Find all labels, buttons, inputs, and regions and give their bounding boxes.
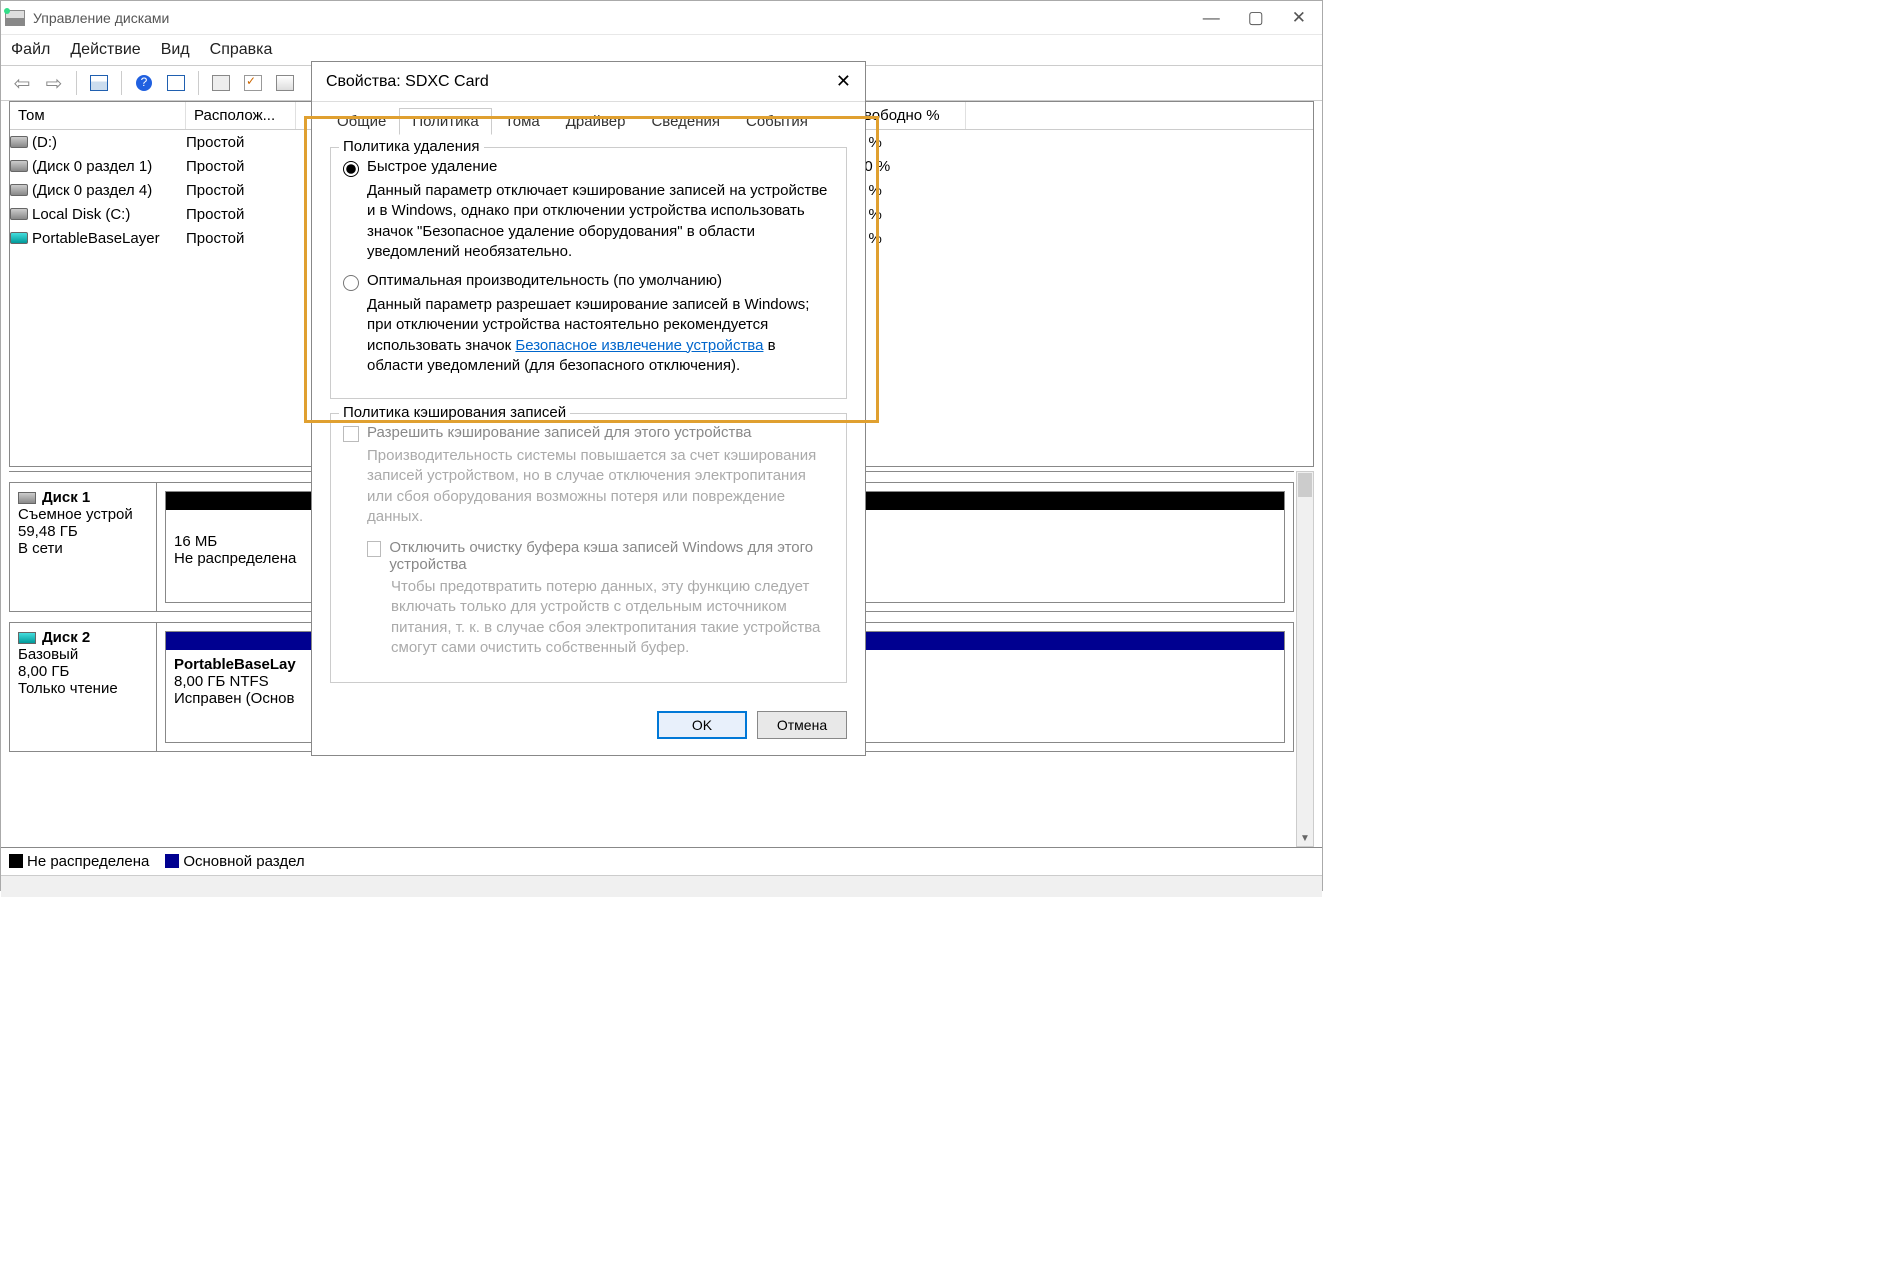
col-header-tom[interactable]: Том — [10, 102, 186, 129]
disk-icon — [18, 492, 36, 504]
app-icon — [5, 10, 25, 26]
tab-general[interactable]: Общие — [324, 108, 399, 135]
menu-action[interactable]: Действие — [70, 41, 140, 59]
properties-dialog: Свойства: SDXC Card ✕ Общие Политика Том… — [311, 61, 866, 756]
disable-buffer-flush-checkbox — [367, 541, 381, 557]
volume-name: (D:) — [32, 134, 57, 151]
col-header-free[interactable]: вободно % — [856, 102, 966, 129]
dialog-title: Свойства: SDXC Card — [326, 73, 489, 91]
disk-icon — [10, 232, 28, 244]
safe-removal-link[interactable]: Безопасное извлечение устройства — [515, 337, 763, 354]
tool-button-a[interactable] — [208, 70, 234, 96]
tool-button-c[interactable] — [272, 70, 298, 96]
removal-policy-legend: Политика удаления — [339, 138, 484, 155]
volume-layout: Простой — [186, 134, 296, 151]
better-performance-label: Оптимальная производительность (по умолч… — [367, 272, 722, 289]
better-performance-radio[interactable] — [343, 275, 359, 291]
quick-removal-desc: Данный параметр отключает кэширование за… — [367, 181, 834, 262]
menu-file[interactable]: Файл — [11, 41, 50, 59]
nav-forward-button[interactable]: ⇨ — [41, 70, 67, 96]
tab-policy[interactable]: Политика — [399, 108, 491, 135]
statusbar — [1, 875, 1322, 897]
volume-name: (Диск 0 раздел 4) — [32, 182, 152, 199]
write-cache-policy-group: Политика кэширования записей Разрешить к… — [330, 413, 847, 683]
better-performance-desc: Данный параметр разрешает кэширование за… — [367, 295, 834, 376]
volume-free-pct: 6 % — [856, 182, 966, 199]
legend: Не распределена Основной раздел — [1, 847, 1322, 875]
disable-buffer-flush-label: Отключить очистку буфера кэша записей Wi… — [389, 539, 834, 573]
tab-events[interactable]: События — [733, 108, 821, 135]
ok-button[interactable]: OK — [657, 711, 747, 739]
refresh-button[interactable] — [163, 70, 189, 96]
maximize-button[interactable]: ▢ — [1248, 8, 1264, 28]
disk-icon — [18, 632, 36, 644]
scrollbar-thumb[interactable] — [1298, 473, 1312, 497]
dialog-close-button[interactable]: ✕ — [836, 71, 851, 92]
disk-1-info[interactable]: Диск 1 Съемное устрой 59,48 ГБ В сети — [9, 482, 157, 612]
close-button[interactable]: ✕ — [1292, 8, 1306, 28]
disk-icon — [10, 208, 28, 220]
disk-icon — [10, 136, 28, 148]
tab-volumes[interactable]: Тома — [492, 108, 553, 135]
volume-name: Local Disk (C:) — [32, 206, 130, 223]
legend-primary: Основной раздел — [165, 853, 304, 870]
volume-free-pct: 5 % — [856, 230, 966, 247]
enable-write-cache-checkbox — [343, 426, 359, 442]
tab-details[interactable]: Сведения — [638, 108, 733, 135]
tab-driver[interactable]: Драйвер — [553, 108, 639, 135]
volume-layout: Простой — [186, 158, 296, 175]
disable-buffer-flush-desc: Чтобы предотвратить потерю данных, эту ф… — [391, 577, 834, 658]
quick-removal-label: Быстрое удаление — [367, 158, 497, 175]
dialog-tabs: Общие Политика Тома Драйвер Сведения Соб… — [312, 102, 865, 135]
properties-button[interactable] — [86, 70, 112, 96]
volume-name: (Диск 0 раздел 1) — [32, 158, 152, 175]
enable-write-cache-label: Разрешить кэширование записей для этого … — [367, 424, 752, 441]
disk-icon — [10, 160, 28, 172]
help-button[interactable]: ? — [131, 70, 157, 96]
volume-layout: Простой — [186, 230, 296, 247]
volume-free-pct: 00 % — [856, 158, 966, 175]
legend-unallocated: Не распределена — [9, 853, 149, 870]
nav-back-button[interactable]: ⇦ — [9, 70, 35, 96]
scroll-down-icon: ▼ — [1300, 833, 1310, 844]
menu-view[interactable]: Вид — [161, 41, 190, 59]
vertical-scrollbar[interactable]: ▲ ▼ — [1296, 471, 1314, 847]
disk-icon — [10, 184, 28, 196]
volume-name: PortableBaseLayer — [32, 230, 160, 247]
volume-layout: Простой — [186, 182, 296, 199]
quick-removal-radio[interactable] — [343, 161, 359, 177]
menu-help[interactable]: Справка — [210, 41, 273, 59]
removal-policy-group: Политика удаления Быстрое удаление Данны… — [330, 147, 847, 399]
volume-free-pct: 6 % — [856, 134, 966, 151]
volume-layout: Простой — [186, 206, 296, 223]
tool-button-b[interactable] — [240, 70, 266, 96]
write-cache-policy-legend: Политика кэширования записей — [339, 404, 570, 421]
cancel-button[interactable]: Отмена — [757, 711, 847, 739]
minimize-button[interactable]: — — [1203, 8, 1220, 28]
col-header-rasp[interactable]: Располож... — [186, 102, 296, 129]
enable-write-cache-desc: Производительность системы повышается за… — [367, 446, 834, 527]
window-title: Управление дисками — [33, 10, 169, 26]
disk-2-info[interactable]: Диск 2 Базовый 8,00 ГБ Только чтение — [9, 622, 157, 752]
volume-free-pct: 8 % — [856, 206, 966, 223]
titlebar: Управление дисками — ▢ ✕ — [1, 1, 1322, 35]
